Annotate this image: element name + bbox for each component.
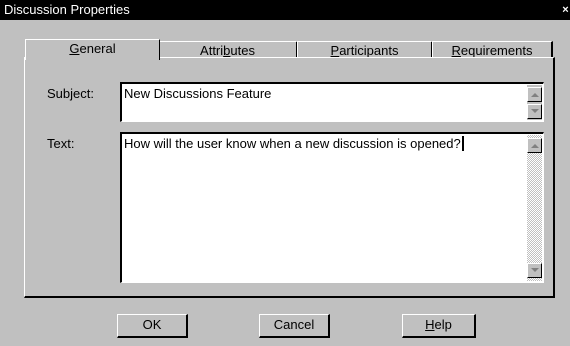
- help-label: elp: [434, 317, 452, 332]
- subject-value: New Discussions Feature: [124, 86, 272, 101]
- scroll-down-arrow-icon: [531, 109, 539, 113]
- ok-button[interactable]: OK: [117, 314, 188, 338]
- scroll-up-arrow-icon: [531, 144, 539, 148]
- subject-field[interactable]: New Discussions Feature: [120, 82, 544, 122]
- text-scroll-up-button[interactable]: [527, 138, 542, 153]
- text-value: How will the user know when a new discus…: [124, 136, 464, 152]
- tab-general-label: eneral: [79, 41, 116, 56]
- close-icon[interactable]: ×: [561, 4, 570, 16]
- tab-attributes-label-end: utes: [230, 43, 255, 58]
- tab-requirements-mnemonic: R: [451, 43, 461, 58]
- tab-attributes-label-start: Attri: [200, 43, 224, 58]
- scroll-up-arrow-icon: [531, 93, 539, 97]
- subject-label: Subject:: [47, 86, 94, 101]
- tab-requirements-label: equirements: [460, 43, 533, 58]
- general-tab-panel: Subject: New Discussions Feature Text: H…: [24, 57, 555, 298]
- title-bar[interactable]: Discussion Properties ×: [0, 0, 570, 20]
- text-field[interactable]: How will the user know when a new discus…: [120, 132, 544, 283]
- tab-participants-mnemonic: P: [330, 43, 340, 58]
- help-button[interactable]: Help: [402, 314, 476, 338]
- tab-participants[interactable]: Participants: [297, 41, 433, 58]
- text-label: Text:: [47, 136, 75, 151]
- subject-scroll-up-button[interactable]: [527, 87, 542, 102]
- tab-requirements[interactable]: Requirements: [432, 41, 553, 58]
- tab-general[interactable]: General: [25, 39, 160, 60]
- tab-attributes[interactable]: Attributes: [158, 41, 298, 58]
- scroll-down-arrow-icon: [531, 268, 539, 272]
- discussion-properties-dialog: Discussion Properties × General Attribut…: [0, 0, 570, 346]
- text-scrollbar[interactable]: [527, 135, 542, 281]
- tab-participants-label: articipants: [339, 43, 399, 58]
- subject-scroll-down-button[interactable]: [527, 104, 542, 119]
- cancel-button[interactable]: Cancel: [259, 314, 330, 338]
- text-scroll-down-button[interactable]: [527, 263, 542, 278]
- window-title: Discussion Properties: [4, 2, 130, 17]
- tab-general-mnemonic: G: [69, 41, 80, 56]
- subject-scrollbar[interactable]: [527, 85, 542, 120]
- help-mnemonic: H: [425, 317, 435, 332]
- text-caret: [461, 136, 464, 151]
- text-value-content: How will the user know when a new discus…: [124, 136, 461, 151]
